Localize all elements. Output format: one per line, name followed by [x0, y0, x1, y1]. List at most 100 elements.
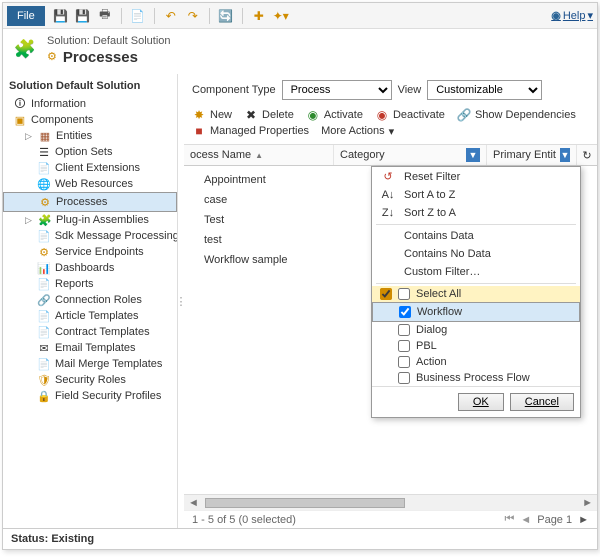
new-icon: ✸ — [192, 108, 206, 122]
nav-option-sets[interactable]: ☰Option Sets — [3, 144, 177, 160]
more-actions-button[interactable]: More Actions ▾ — [321, 125, 394, 138]
select-all-checkbox[interactable] — [398, 288, 410, 300]
nav-service-endpoints[interactable]: ⚙Service Endpoints — [3, 244, 177, 260]
select-all-highlight-checkbox[interactable] — [380, 288, 392, 300]
first-page-icon[interactable]: ⏮ — [504, 513, 514, 526]
save-close-icon[interactable]: 💾 — [75, 8, 91, 24]
view-select[interactable]: Customizable — [427, 80, 542, 100]
nav-reports[interactable]: 📄Reports — [3, 276, 177, 292]
next-page-icon[interactable]: ► — [578, 514, 589, 526]
sdk-icon: 📄 — [37, 229, 51, 243]
nav-dashboards[interactable]: 📊Dashboards — [3, 260, 177, 276]
contains-no-data[interactable]: Contains No Data — [372, 245, 580, 263]
scroll-left-icon[interactable]: ◄ — [184, 497, 203, 509]
new-button[interactable]: ✸New — [192, 108, 232, 122]
save-icon[interactable]: 💾 — [53, 8, 69, 24]
deactivate-button[interactable]: ◉Deactivate — [375, 108, 445, 122]
plugin-icon: 🧩 — [38, 213, 52, 227]
refresh-icon[interactable]: 🔄 — [218, 8, 234, 24]
scroll-right-icon[interactable]: ► — [578, 497, 597, 509]
managed-icon: ■ — [192, 124, 206, 138]
col-category[interactable]: Category▼ — [334, 145, 487, 165]
expand-icon[interactable]: ▷ — [25, 215, 34, 226]
add-icon[interactable]: ✚ — [251, 8, 267, 24]
filter-pbl[interactable]: PBL — [372, 338, 580, 354]
managed-properties-button[interactable]: ■Managed Properties — [192, 124, 309, 138]
pbl-checkbox[interactable] — [398, 340, 410, 352]
command-bar-2: ■Managed Properties More Actions ▾ — [184, 124, 597, 140]
nav-mail-merge[interactable]: 📄Mail Merge Templates — [3, 356, 177, 372]
processes-icon: ⚙ — [47, 50, 57, 63]
help-link[interactable]: ◉ Help ▾ — [551, 9, 593, 22]
nav-components[interactable]: ▣Components — [3, 112, 177, 128]
solution-icon: 🧩 — [11, 35, 39, 63]
redo-icon[interactable]: ↷ — [185, 8, 201, 24]
toolbar-separator — [121, 8, 122, 24]
reset-icon: ↺ — [380, 170, 396, 183]
activate-icon: ◉ — [306, 108, 320, 122]
connection-icon: 🔗 — [37, 293, 51, 307]
cancel-button[interactable]: Cancel — [510, 393, 574, 411]
workflow-checkbox[interactable] — [399, 306, 411, 318]
filter-action[interactable]: Action — [372, 354, 580, 370]
client-ext-icon: 📄 — [37, 161, 51, 175]
filter-active-icon[interactable]: ▼ — [466, 148, 480, 162]
filter-icon[interactable]: ▼ — [560, 148, 570, 162]
scroll-thumb[interactable] — [205, 498, 405, 508]
toolbar-separator — [154, 8, 155, 24]
expand-icon[interactable]: ▷ — [25, 131, 34, 142]
col-process-name[interactable]: ocess Name▲ — [184, 145, 334, 165]
ok-button[interactable]: OK — [458, 393, 504, 411]
filter-dialog[interactable]: Dialog — [372, 322, 580, 338]
nav-security-roles[interactable]: 🛡Security Roles — [3, 372, 177, 388]
field-sec-icon: 🔒 — [37, 389, 51, 403]
sort-za[interactable]: Z↓Sort Z to A — [372, 204, 580, 222]
horizontal-scrollbar[interactable]: ◄ ► — [184, 494, 597, 510]
option-sets-icon: ☰ — [37, 145, 51, 159]
nav-email-templates[interactable]: ✉Email Templates — [3, 340, 177, 356]
nav-plugin-assemblies[interactable]: ▷🧩Plug-in Assemblies — [3, 212, 177, 228]
component-type-select[interactable]: Process — [282, 80, 392, 100]
undo-icon[interactable]: ↶ — [163, 8, 179, 24]
dialog-checkbox[interactable] — [398, 324, 410, 336]
command-bar: ✸New ✖Delete ◉Activate ◉Deactivate 🔗Show… — [184, 106, 597, 124]
nav-processes[interactable]: ⚙Processes — [3, 192, 177, 212]
refresh-grid-button[interactable]: ↻ — [577, 149, 597, 162]
info-icon: 🛈 — [13, 97, 27, 111]
nav-web-resources[interactable]: 🌐Web Resources — [3, 176, 177, 192]
custom-filter[interactable]: Custom Filter… — [372, 263, 580, 281]
bpf-checkbox[interactable] — [398, 372, 410, 384]
report-icon: 📄 — [37, 277, 51, 291]
copy-icon[interactable]: 📄 — [130, 8, 146, 24]
file-menu-button[interactable]: File — [7, 6, 45, 26]
nav-field-security[interactable]: 🔒Field Security Profiles — [3, 388, 177, 404]
delete-icon: ✖ — [244, 108, 258, 122]
popup-separator — [376, 283, 576, 284]
nav-contract-templates[interactable]: 📄Contract Templates — [3, 324, 177, 340]
component-type-label: Component Type — [192, 84, 276, 96]
nav-article-templates[interactable]: 📄Article Templates — [3, 308, 177, 324]
action-checkbox[interactable] — [398, 356, 410, 368]
col-primary-entity[interactable]: Primary Entit▼ — [487, 145, 577, 165]
reset-filter[interactable]: ↺Reset Filter — [372, 167, 580, 186]
nav-sdk-steps[interactable]: 📄Sdk Message Processing S… — [3, 228, 177, 244]
processes-icon: ⚙ — [38, 195, 52, 209]
nav-information[interactable]: 🛈Information — [3, 96, 177, 112]
print-icon[interactable]: 🖶 — [97, 8, 113, 24]
filter-bpf[interactable]: Business Process Flow — [372, 370, 580, 386]
nav-client-extensions[interactable]: 📄Client Extensions — [3, 160, 177, 176]
filter-workflow[interactable]: Workflow — [372, 302, 580, 322]
nav-connection-roles[interactable]: 🔗Connection Roles — [3, 292, 177, 308]
sort-az[interactable]: A↓Sort A to Z — [372, 186, 580, 204]
prev-page-icon[interactable]: ◄ — [520, 514, 531, 526]
sort-az-icon: A↓ — [380, 189, 396, 201]
activate-button[interactable]: ◉Activate — [306, 108, 363, 122]
contains-data[interactable]: Contains Data — [372, 227, 580, 245]
solution-subtitle: Solution: Default Solution — [47, 35, 171, 47]
filter-select-all[interactable]: Select All — [372, 286, 580, 302]
actions-icon[interactable]: ✦▾ — [273, 8, 289, 24]
show-dependencies-button[interactable]: 🔗Show Dependencies — [457, 108, 576, 122]
nav-entities[interactable]: ▷▦Entities — [3, 128, 177, 144]
delete-button[interactable]: ✖Delete — [244, 108, 294, 122]
nav-heading: Solution Default Solution — [3, 78, 177, 96]
